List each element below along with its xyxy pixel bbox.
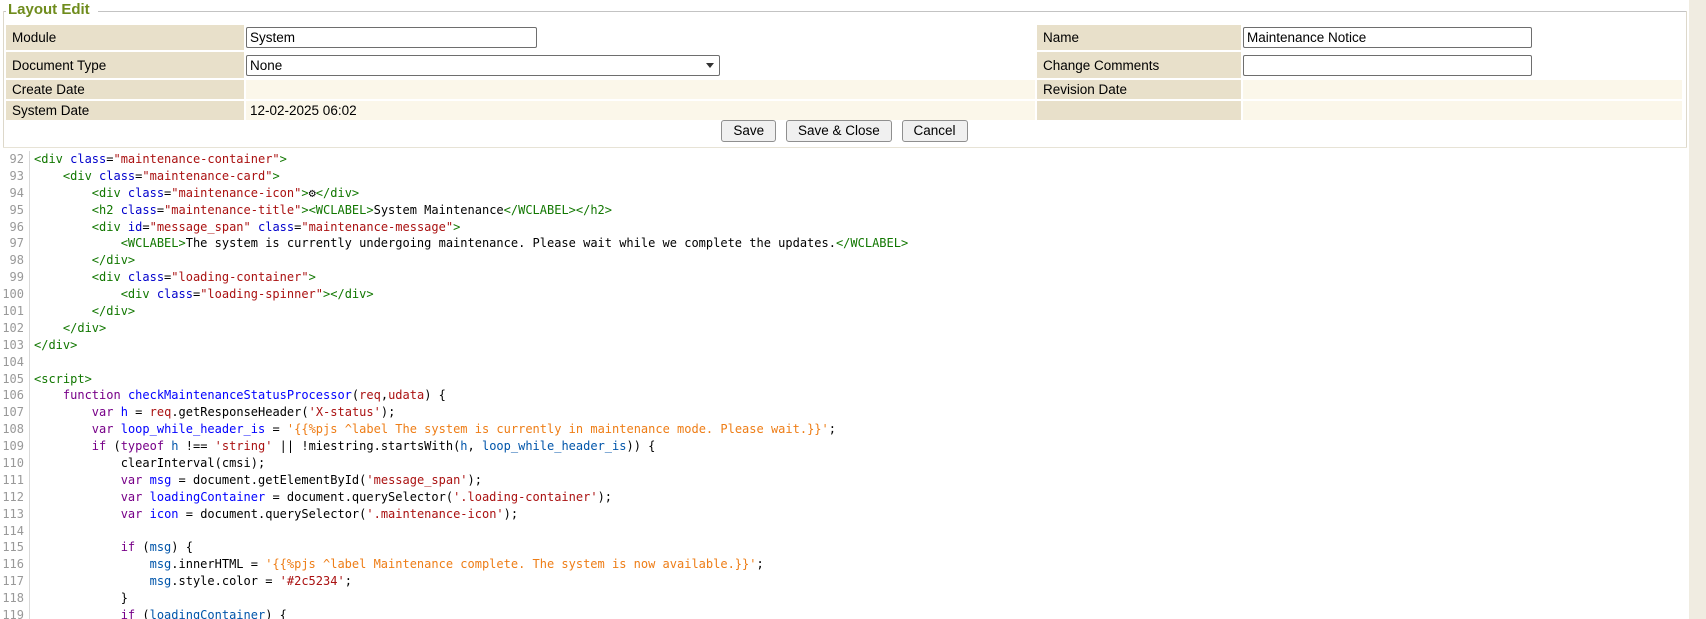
code-line[interactable]: 119 if (loadingContainer) { bbox=[0, 607, 1689, 619]
line-number: 92 bbox=[0, 151, 30, 168]
cancel-button[interactable]: Cancel bbox=[902, 120, 968, 142]
line-number: 115 bbox=[0, 539, 30, 556]
line-number: 107 bbox=[0, 404, 30, 421]
line-number: 95 bbox=[0, 202, 30, 219]
code-line[interactable]: 117 msg.style.color = '#2c5234'; bbox=[0, 573, 1689, 590]
line-number: 116 bbox=[0, 556, 30, 573]
code-line[interactable]: 100 <div class="loading-spinner"></div> bbox=[0, 286, 1689, 303]
module-value-cell bbox=[246, 25, 1035, 50]
code-line[interactable]: 110 clearInterval(cmsi); bbox=[0, 455, 1689, 472]
empty-label-cell bbox=[1037, 101, 1241, 120]
document-type-label: Document Type bbox=[6, 52, 244, 78]
line-number: 110 bbox=[0, 455, 30, 472]
code-line[interactable]: 93 <div class="maintenance-card"> bbox=[0, 168, 1689, 185]
code-line[interactable]: 116 msg.innerHTML = '{{%pjs ^label Maint… bbox=[0, 556, 1689, 573]
create-date-label: Create Date bbox=[6, 80, 244, 99]
code-line[interactable]: 92<div class="maintenance-container"> bbox=[0, 151, 1689, 168]
line-number: 118 bbox=[0, 590, 30, 607]
name-value-cell bbox=[1243, 25, 1682, 50]
code-line[interactable]: 99 <div class="loading-container"> bbox=[0, 269, 1689, 286]
code-line[interactable]: 98 </div> bbox=[0, 252, 1689, 269]
line-number: 108 bbox=[0, 421, 30, 438]
line-number: 94 bbox=[0, 185, 30, 202]
fieldset-border-top bbox=[3, 11, 1687, 12]
line-number: 104 bbox=[0, 354, 30, 371]
change-comments-value-cell bbox=[1243, 52, 1682, 78]
name-input[interactable] bbox=[1243, 27, 1532, 48]
line-number: 99 bbox=[0, 269, 30, 286]
line-number: 111 bbox=[0, 472, 30, 489]
document-type-select[interactable]: None bbox=[246, 55, 720, 76]
code-line[interactable]: 115 if (msg) { bbox=[0, 539, 1689, 556]
code-lines: 92<div class="maintenance-container">93 … bbox=[0, 151, 1689, 619]
line-number: 102 bbox=[0, 320, 30, 337]
code-line[interactable]: 101 </div> bbox=[0, 303, 1689, 320]
save-button[interactable]: Save bbox=[721, 120, 776, 142]
code-line[interactable]: 104 bbox=[0, 354, 1689, 371]
code-line[interactable]: 106 function checkMaintenanceStatusProce… bbox=[0, 387, 1689, 404]
code-line[interactable]: 97 <WCLABEL>The system is currently unde… bbox=[0, 235, 1689, 252]
line-number: 105 bbox=[0, 371, 30, 388]
vertical-scrollbar[interactable] bbox=[1689, 0, 1706, 619]
fieldset-border-bottom bbox=[3, 147, 1687, 148]
module-label: Module bbox=[6, 25, 244, 50]
line-number: 113 bbox=[0, 506, 30, 523]
system-date-text: 12-02-2025 06:02 bbox=[246, 103, 357, 118]
revision-date-label: Revision Date bbox=[1037, 80, 1241, 99]
empty-value-cell bbox=[1243, 101, 1682, 120]
code-line[interactable]: 112 var loadingContainer = document.quer… bbox=[0, 489, 1689, 506]
code-line[interactable]: 111 var msg = document.getElementById('m… bbox=[0, 472, 1689, 489]
layout-edit-form: Module Name Document Type None Change Co… bbox=[6, 25, 1682, 120]
code-line[interactable]: 107 var h = req.getResponseHeader('X-sta… bbox=[0, 404, 1689, 421]
line-number: 117 bbox=[0, 573, 30, 590]
create-date-value bbox=[246, 80, 1035, 99]
code-line[interactable]: 113 var icon = document.querySelector('.… bbox=[0, 506, 1689, 523]
code-line[interactable]: 118 } bbox=[0, 590, 1689, 607]
change-comments-input[interactable] bbox=[1243, 55, 1532, 76]
save-close-button[interactable]: Save & Close bbox=[786, 120, 892, 142]
line-number: 97 bbox=[0, 235, 30, 252]
line-number: 114 bbox=[0, 523, 30, 540]
code-line[interactable]: 114 bbox=[0, 523, 1689, 540]
code-line[interactable]: 108 var loop_while_header_is = '{{%pjs ^… bbox=[0, 421, 1689, 438]
document-type-value-cell: None bbox=[246, 52, 1035, 78]
code-line[interactable]: 95 <h2 class="maintenance-title"><WCLABE… bbox=[0, 202, 1689, 219]
code-line[interactable]: 102 </div> bbox=[0, 320, 1689, 337]
system-date-value: 12-02-2025 06:02 bbox=[246, 101, 1035, 120]
module-input[interactable] bbox=[246, 27, 537, 48]
system-date-label: System Date bbox=[6, 101, 244, 120]
line-number: 101 bbox=[0, 303, 30, 320]
line-number: 98 bbox=[0, 252, 30, 269]
line-number: 112 bbox=[0, 489, 30, 506]
line-number: 109 bbox=[0, 438, 30, 455]
line-number: 93 bbox=[0, 168, 30, 185]
revision-date-value bbox=[1243, 80, 1682, 99]
code-line[interactable]: 109 if (typeof h !== 'string' || !miestr… bbox=[0, 438, 1689, 455]
change-comments-label: Change Comments bbox=[1037, 52, 1241, 78]
code-editor[interactable]: 92<div class="maintenance-container">93 … bbox=[0, 151, 1689, 619]
code-line[interactable]: 96 <div id="message_span" class="mainten… bbox=[0, 219, 1689, 236]
layout-edit-page: Layout Edit Module Name Document Type No… bbox=[0, 0, 1706, 619]
line-number: 100 bbox=[0, 286, 30, 303]
code-line[interactable]: 103</div> bbox=[0, 337, 1689, 354]
code-line[interactable]: 105<script> bbox=[0, 371, 1689, 388]
line-number: 119 bbox=[0, 607, 30, 619]
name-label: Name bbox=[1037, 25, 1241, 50]
code-line[interactable]: 94 <div class="maintenance-icon">⚙</div> bbox=[0, 185, 1689, 202]
form-actions: Save Save & Close Cancel bbox=[0, 120, 1689, 145]
line-number: 103 bbox=[0, 337, 30, 354]
line-number: 96 bbox=[0, 219, 30, 236]
line-number: 106 bbox=[0, 387, 30, 404]
page-title: Layout Edit bbox=[6, 1, 98, 18]
